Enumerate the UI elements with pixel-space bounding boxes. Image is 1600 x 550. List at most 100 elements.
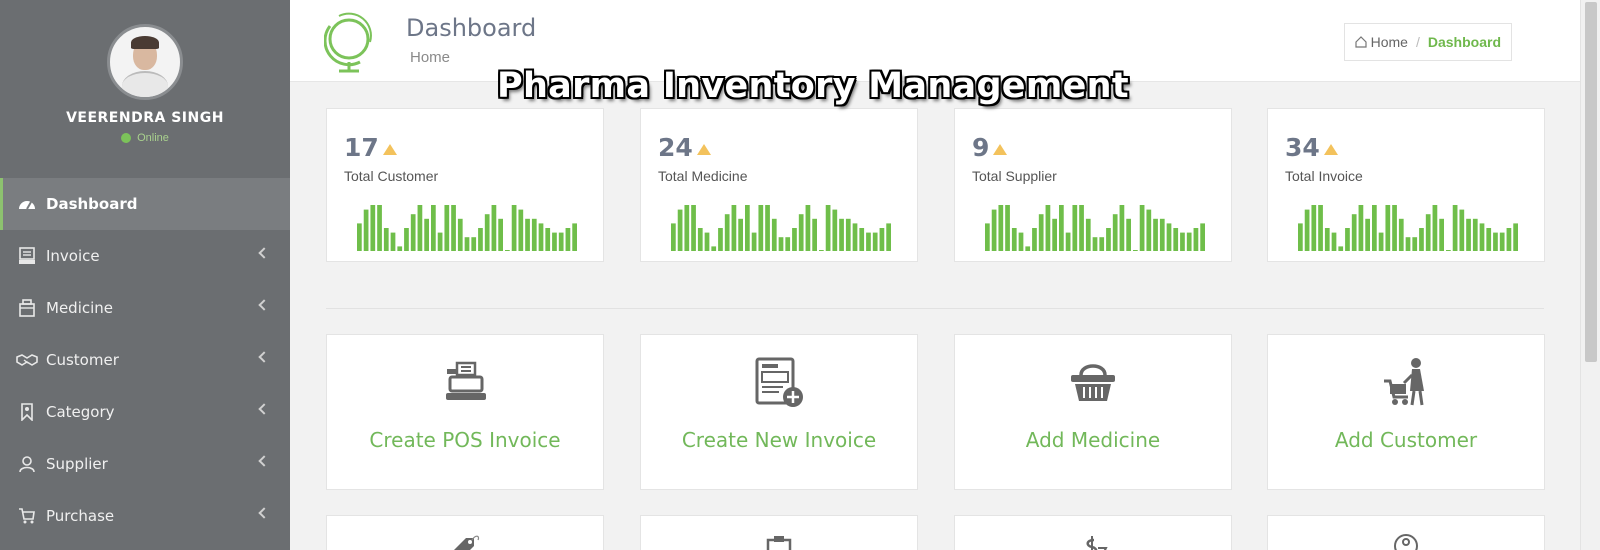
sidebar-item-label: Customer <box>46 351 119 369</box>
cart-icon <box>16 507 38 525</box>
sparkline-bar <box>1072 205 1078 251</box>
sparkline-bar <box>1045 205 1051 251</box>
action-label: Create New Invoice <box>681 428 877 452</box>
sparkline-bar <box>1079 205 1084 251</box>
sparkline-bar <box>771 218 777 251</box>
sparkline-bar <box>437 232 443 251</box>
stat-card-customer[interactable]: 17 Total Customer <box>326 108 604 262</box>
globe-logo-icon <box>324 12 372 73</box>
sparkline-bar <box>1486 228 1492 251</box>
sidebar-item-customer[interactable]: Customer <box>0 334 290 386</box>
sparkline-bar <box>1324 228 1330 251</box>
stat-value: 17 <box>344 133 379 162</box>
sparkline-bar <box>471 237 477 251</box>
user-icon <box>16 455 38 473</box>
sidebar-item-category[interactable]: Category <box>0 386 290 438</box>
sidebar-item-purchase[interactable]: Purchase <box>0 490 290 542</box>
sparkline-bar <box>1092 237 1098 251</box>
stat-card-medicine[interactable]: 24 Total Medicine <box>640 108 918 262</box>
vertical-scrollbar[interactable] <box>1580 0 1600 550</box>
trend-up-icon <box>993 144 1008 155</box>
invoice-icon <box>16 247 38 265</box>
sparkline-bar <box>832 209 838 251</box>
sparkline-bar <box>991 209 997 251</box>
stat-card-supplier[interactable]: 9 Total Supplier <box>954 108 1232 262</box>
sparkline-bar <box>1032 228 1037 251</box>
invoice-add-icon <box>755 357 803 407</box>
basket-icon <box>1071 364 1115 401</box>
sparkline-bar <box>684 205 690 251</box>
sidebar-item-invoice[interactable]: Invoice <box>0 230 290 282</box>
breadcrumb: Home / Dashboard <box>1343 23 1512 61</box>
sparkline-bar <box>879 228 885 251</box>
partial-card-4[interactable] <box>1267 515 1545 550</box>
partial-card-3[interactable] <box>954 515 1232 550</box>
stat-label: Total Customer <box>344 168 439 184</box>
sparkline-bar <box>424 218 429 251</box>
avatar[interactable] <box>107 24 183 100</box>
dollar-icon <box>1086 536 1108 550</box>
sparkline-bar <box>1372 205 1377 251</box>
scrollbar-thumb[interactable] <box>1585 2 1597 362</box>
stat-card-invoice[interactable]: 34 Total Invoice <box>1267 108 1545 262</box>
sidebar-item-dashboard[interactable]: Dashboard <box>0 178 290 230</box>
breadcrumb-home[interactable]: Home <box>1355 34 1408 50</box>
sparkline-bar <box>383 228 389 251</box>
trend-up-icon <box>1323 144 1338 155</box>
sparkline-bar <box>1193 228 1199 251</box>
sparkline-bar <box>845 218 851 251</box>
sidebar-item-medicine[interactable]: Medicine <box>0 282 290 334</box>
trend-up-icon <box>696 144 711 155</box>
sparkline-bar <box>1405 237 1411 251</box>
create-new-invoice-card[interactable]: Create New Invoice <box>640 334 918 490</box>
add-customer-card[interactable]: Add Customer <box>1267 334 1545 490</box>
sparkline-bar <box>1005 205 1010 251</box>
partial-card-1[interactable] <box>326 515 604 550</box>
sparkline-bar <box>1425 214 1431 251</box>
online-status-icon <box>121 133 132 143</box>
sparkline-bar <box>538 223 544 251</box>
create-pos-invoice-card[interactable]: Create POS Invoice <box>326 334 604 490</box>
sidebar-item-supplier[interactable]: Supplier <box>0 438 290 490</box>
sidebar-nav: Dashboard Invoice Medicine Customer Cate… <box>0 178 290 542</box>
dashboard-gauge-icon <box>16 195 38 213</box>
sparkline-bar <box>1338 246 1344 251</box>
sparkline-bar <box>872 232 878 251</box>
sparkline-bar <box>1499 232 1505 251</box>
sparkline-bar <box>1173 228 1179 251</box>
chevron-left-icon <box>258 507 270 519</box>
stat-value-row: 17 <box>344 133 397 162</box>
add-medicine-card[interactable]: Add Medicine <box>954 334 1232 490</box>
sidebar-item-label: Supplier <box>46 455 108 473</box>
user-status: Online <box>0 132 290 144</box>
sparkline-bar <box>1126 218 1131 251</box>
sparkline-chart <box>357 205 577 251</box>
stat-value: 24 <box>658 133 693 162</box>
sparkline-bar <box>1385 205 1391 251</box>
sparkline-bar <box>1479 223 1485 251</box>
sidebar-item-label: Medicine <box>46 299 114 317</box>
sparkline-bar <box>1378 232 1384 251</box>
sparkline-bar <box>464 237 470 251</box>
partial-card-2[interactable] <box>640 515 918 550</box>
stat-value-row: 24 <box>658 133 711 162</box>
sparkline-bar <box>778 237 784 251</box>
action-label: Create POS Invoice <box>369 428 561 452</box>
stat-value-row: 9 <box>972 133 1008 162</box>
sparkline-bar <box>711 246 717 251</box>
sparkline-bar <box>671 223 676 251</box>
sparkline-bar <box>825 205 831 251</box>
sparkline-bar <box>1038 214 1044 251</box>
section-divider <box>326 308 1544 309</box>
sparkline-bar <box>1452 205 1458 251</box>
sparkline-bar <box>417 205 423 251</box>
sparkline-bar <box>765 205 770 251</box>
sparkline-bar <box>1506 228 1512 251</box>
breadcrumb-current: Dashboard <box>1427 34 1501 50</box>
page-subtitle: Home <box>410 49 451 66</box>
sparkline-bar <box>1166 223 1172 251</box>
sparkline-bar <box>1358 205 1364 251</box>
action-label: Add Customer <box>1334 428 1478 452</box>
sparkline-bar <box>839 218 844 251</box>
sparkline-bar <box>1133 250 1138 251</box>
